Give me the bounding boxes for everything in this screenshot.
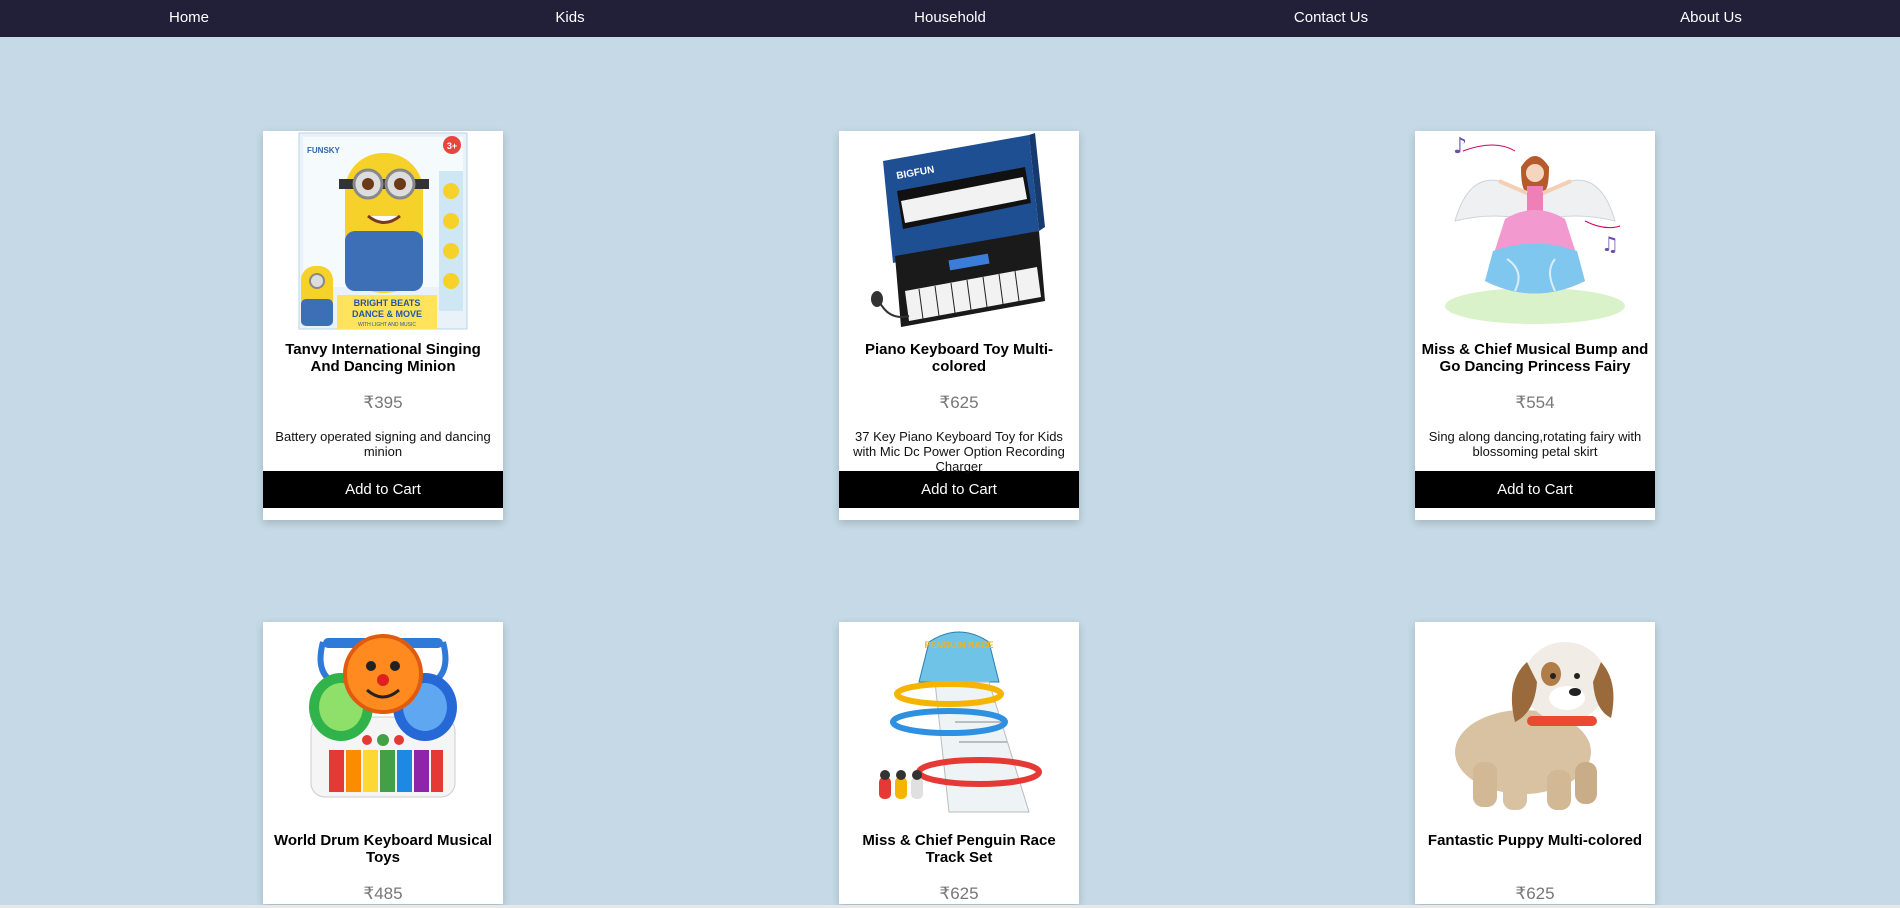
product-image-minion[interactable]: FUNSKY 3+ BRIGHT BEATS DANCE & MOVE WITH… [263, 131, 503, 331]
piano-keyboard-image: BIGFUN [871, 133, 1045, 327]
product-image-penguin-race[interactable]: PENGUIN RACE [839, 622, 1079, 822]
product-description: Sing along dancing,rotating fairy with b… [1428, 429, 1642, 459]
card-footer-spacer [263, 508, 503, 520]
product-title: Miss & Chief Musical Bump and Go Dancing… [1421, 341, 1649, 375]
product-description: 37 Key Piano Keyboard Toy for Kids with … [853, 429, 1065, 474]
product-title: Piano Keyboard Toy Multi-colored [864, 341, 1054, 375]
product-card: Fantastic Puppy Multi-colored ₹625 [1415, 622, 1655, 904]
product-title: Miss & Chief Penguin Race Track Set [862, 832, 1056, 866]
product-card: BIGFUN Piano Keyboard Toy Multi-colored … [839, 131, 1079, 520]
age-badge-text: 3+ [447, 141, 457, 151]
top-navigation-bar: Home Kids Household Contact Us About Us [0, 0, 1900, 37]
princess-fairy-image: ♪ ♫ [1445, 134, 1625, 324]
product-price: ₹625 [1515, 884, 1555, 903]
nav-link-contact-us[interactable]: Contact Us [1231, 0, 1431, 37]
product-description: Battery operated signing and dancing min… [275, 429, 491, 459]
product-card: PENGUIN RACE Miss & Chief Penguin Race T… [839, 622, 1079, 904]
minion-toy-box-image: FUNSKY 3+ BRIGHT BEATS DANCE & MOVE WITH… [298, 132, 468, 330]
product-price: ₹625 [939, 884, 979, 903]
product-price: ₹625 [939, 393, 979, 412]
card-footer-spacer [839, 508, 1079, 520]
product-image-princess-fairy[interactable]: ♪ ♫ [1415, 131, 1655, 331]
product-title: World Drum Keyboard Musical Toys [273, 832, 493, 866]
product-card: World Drum Keyboard Musical Toys ₹485 [263, 622, 503, 904]
box-title-text: PENGUIN RACE [924, 640, 993, 650]
box-banner-line-2: DANCE & MOVE [352, 309, 422, 319]
add-to-cart-button[interactable]: Add to Cart [1415, 471, 1655, 508]
music-note-icon: ♪ [1453, 134, 1467, 159]
music-note-icon: ♫ [1601, 232, 1619, 256]
drum-keyboard-image [309, 634, 457, 798]
product-image-puppy[interactable] [1415, 622, 1655, 822]
product-card: ♪ ♫ Miss & Chief Musical Bump and Go Dan… [1415, 131, 1655, 520]
box-banner-line-3: WITH LIGHT AND MUSIC [358, 322, 416, 328]
product-title: Fantastic Puppy Multi-colored [1427, 832, 1643, 849]
product-title: Tanvy International Singing And Dancing … [285, 341, 481, 375]
product-price: ₹554 [1515, 393, 1555, 412]
add-to-cart-button[interactable]: Add to Cart [263, 471, 503, 508]
product-price: ₹395 [363, 393, 403, 412]
product-card: FUNSKY 3+ BRIGHT BEATS DANCE & MOVE WITH… [263, 131, 503, 520]
add-to-cart-button[interactable]: Add to Cart [839, 471, 1079, 508]
nav-link-household[interactable]: Household [850, 0, 1050, 37]
card-footer-spacer [1415, 508, 1655, 520]
nav-link-about-us[interactable]: About Us [1611, 0, 1811, 37]
puppy-toy-image [1455, 642, 1614, 810]
box-brand-text: FUNSKY [307, 146, 341, 155]
product-price: ₹485 [363, 884, 403, 903]
box-banner-line-1: BRIGHT BEATS [354, 298, 421, 308]
product-image-drum-keyboard[interactable] [263, 622, 503, 822]
product-image-piano-keyboard[interactable]: BIGFUN [839, 131, 1079, 331]
nav-link-kids[interactable]: Kids [470, 0, 670, 37]
nav-link-home[interactable]: Home [89, 0, 289, 37]
penguin-race-track-image: PENGUIN RACE [879, 631, 1042, 813]
